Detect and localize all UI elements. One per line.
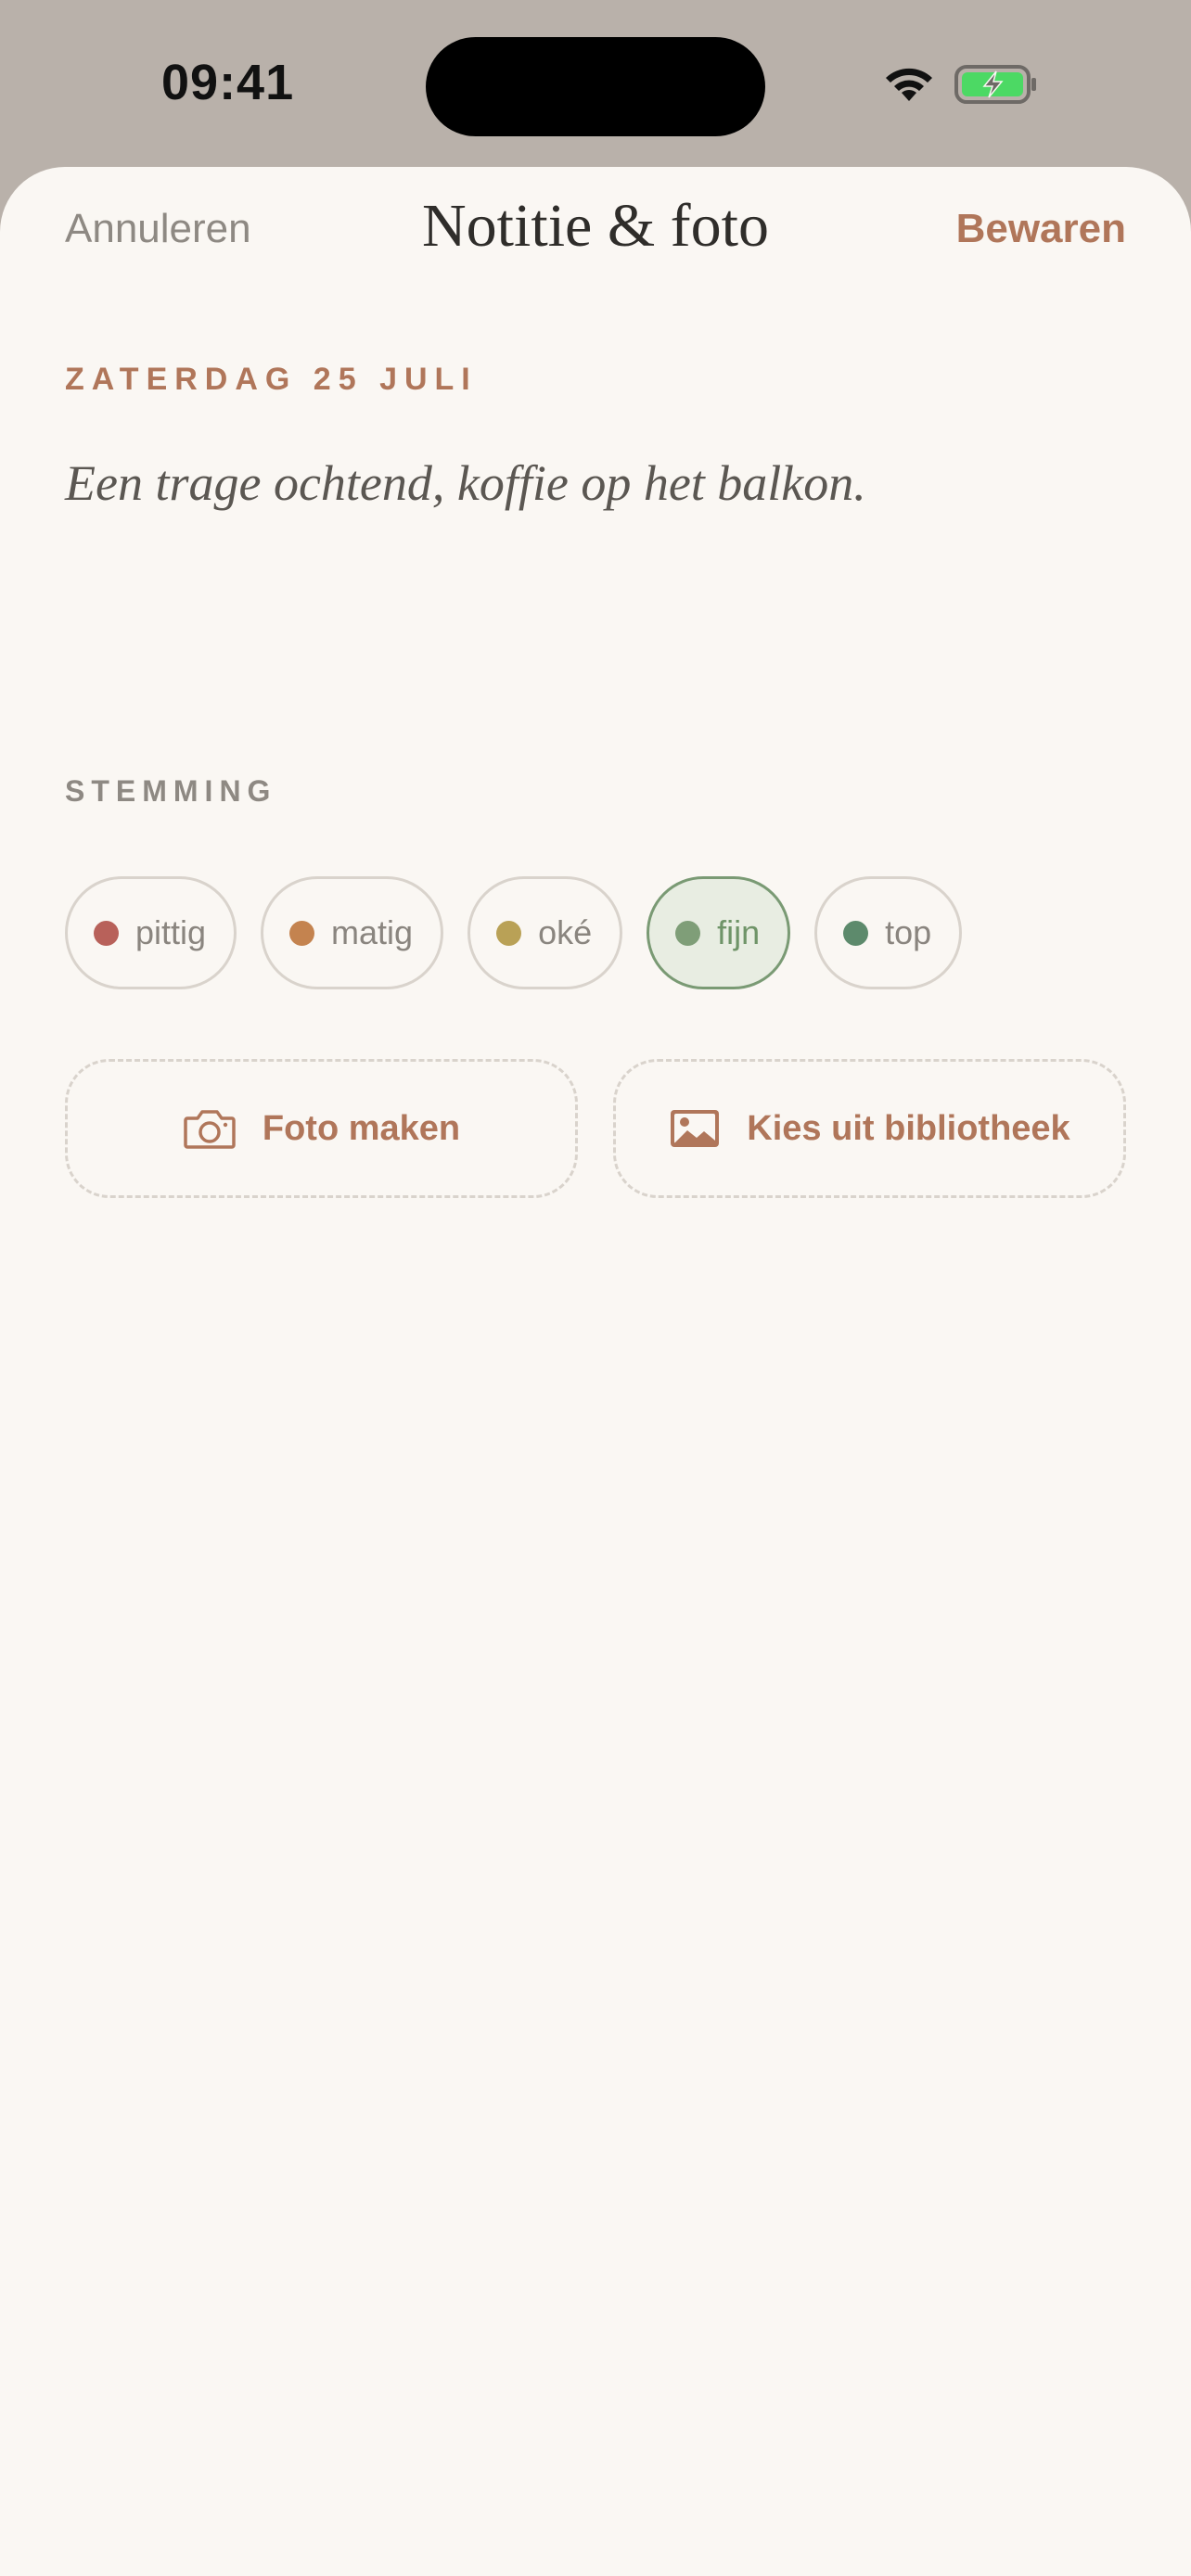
mood-selector: pittig matig oké fijn top xyxy=(65,876,963,989)
mood-dot xyxy=(675,920,701,946)
entry-date: ZATERDAG 25 JULI xyxy=(65,362,478,397)
save-button[interactable]: Bewaren xyxy=(956,206,1126,252)
mood-label: oké xyxy=(538,913,593,951)
mood-dot xyxy=(94,920,119,946)
mood-chip-pittig[interactable]: pittig xyxy=(65,876,237,989)
library-label: Kies uit bibliotheek xyxy=(747,1108,1070,1148)
note-sheet: Annuleren Notitie & foto Bewaren ZATERDA… xyxy=(0,167,1191,2576)
camera-icon xyxy=(183,1107,237,1150)
mood-dot xyxy=(289,920,315,946)
mood-label: fijn xyxy=(717,913,761,951)
wifi-icon xyxy=(881,64,937,105)
image-icon xyxy=(669,1108,721,1149)
mood-label: pittig xyxy=(135,913,207,951)
mood-chip-matig[interactable]: matig xyxy=(261,876,444,989)
take-photo-label: Foto maken xyxy=(262,1108,461,1148)
mood-chip-oke[interactable]: oké xyxy=(467,876,623,989)
status-icons xyxy=(881,63,1039,106)
mood-label: matig xyxy=(331,913,414,951)
mood-heading: STEMMING xyxy=(65,774,277,808)
mood-chip-fijn[interactable]: fijn xyxy=(647,876,791,989)
battery-charging-icon xyxy=(954,63,1039,106)
status-time: 09:41 xyxy=(161,55,295,110)
mood-dot xyxy=(843,920,869,946)
dynamic-island xyxy=(426,37,765,136)
choose-from-library-button[interactable]: Kies uit bibliotheek xyxy=(613,1059,1126,1198)
mood-dot xyxy=(496,920,522,946)
mood-chip-top[interactable]: top xyxy=(814,876,963,989)
mood-label: top xyxy=(885,913,932,951)
photo-actions: Foto maken Kies uit bibliotheek xyxy=(65,1059,1126,1198)
status-bar: 09:41 xyxy=(0,0,1191,167)
take-photo-button[interactable]: Foto maken xyxy=(65,1059,578,1198)
note-text-field[interactable]: Een trage ochtend, koffie op het balkon. xyxy=(65,454,1122,640)
